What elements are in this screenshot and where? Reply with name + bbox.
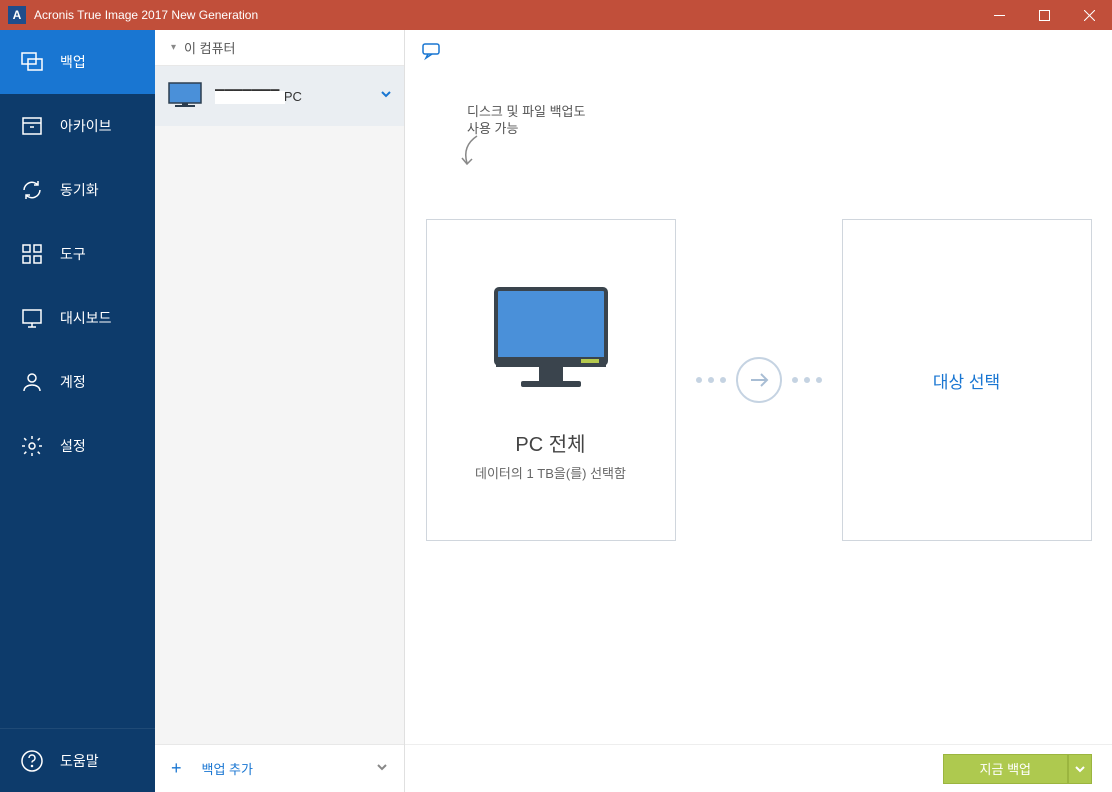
- sidebar-item-backup[interactable]: 백업: [0, 30, 155, 94]
- sidebar-item-archive[interactable]: 아카이브: [0, 94, 155, 158]
- backup-destination-card[interactable]: 대상 선택: [842, 219, 1092, 541]
- add-backup-label: 백업 추가: [202, 759, 376, 778]
- sidebar-item-sync[interactable]: 동기화: [0, 158, 155, 222]
- sidebar-item-label: 대시보드: [60, 308, 112, 328]
- sidebar-item-label: 설정: [60, 436, 86, 456]
- hint-arrow-icon: [457, 131, 487, 171]
- backup-item-name: ███████-PC: [215, 89, 380, 104]
- chevron-down-icon[interactable]: [380, 87, 392, 105]
- window-title: Acronis True Image 2017 New Generation: [34, 8, 977, 22]
- flow-arrow-icon: [736, 357, 782, 403]
- sidebar-item-help[interactable]: 도움말: [0, 728, 155, 792]
- tools-icon: [20, 242, 44, 266]
- sidebar-item-label: 백업: [60, 52, 86, 72]
- flow-dots-icon: [696, 377, 702, 383]
- sidebar-item-label: 도구: [60, 244, 86, 264]
- account-icon: [20, 370, 44, 394]
- sidebar-item-account[interactable]: 계정: [0, 350, 155, 414]
- comment-icon[interactable]: [421, 41, 441, 66]
- sidebar-item-label: 도움말: [60, 751, 99, 771]
- plus-icon: +: [171, 758, 182, 779]
- flow-indicator: [696, 357, 822, 403]
- maximize-button[interactable]: [1022, 0, 1067, 30]
- backup-icon: [20, 50, 44, 74]
- main-panel: 디스크 및 파일 백업도 사용 가능: [405, 30, 1112, 792]
- sidebar-item-settings[interactable]: 설정: [0, 414, 155, 478]
- sidebar-item-tools[interactable]: 도구: [0, 222, 155, 286]
- secondary-panel: ▾ 이 컴퓨터 ███████-PC + 백업 추가: [155, 30, 405, 792]
- sidebar: 백업 아카이브 동기화 도구 대시보드 계정: [0, 30, 155, 792]
- flow-dots-icon: [792, 377, 798, 383]
- archive-icon: [20, 114, 44, 138]
- sidebar-item-dashboard[interactable]: 대시보드: [0, 286, 155, 350]
- collapse-chevron-icon: ▾: [171, 42, 176, 53]
- help-icon: [20, 749, 44, 773]
- source-subtitle: 데이터의 1 TB을(를) 선택함: [475, 463, 626, 482]
- sidebar-item-label: 동기화: [60, 180, 99, 200]
- secondary-header[interactable]: ▾ 이 컴퓨터: [155, 30, 404, 66]
- settings-icon: [20, 434, 44, 458]
- destination-label: 대상 선택: [933, 368, 1000, 393]
- backup-list-item[interactable]: ███████-PC: [155, 66, 404, 126]
- dashboard-icon: [20, 306, 44, 330]
- titlebar: A Acronis True Image 2017 New Generation: [0, 0, 1112, 30]
- minimize-button[interactable]: [977, 0, 1022, 30]
- sync-icon: [20, 178, 44, 202]
- monitor-icon: [481, 279, 621, 404]
- backup-now-button[interactable]: 지금 백업: [943, 754, 1068, 784]
- secondary-header-label: 이 컴퓨터: [184, 38, 235, 57]
- sidebar-item-label: 계정: [60, 372, 86, 392]
- add-backup-button[interactable]: + 백업 추가: [155, 744, 404, 792]
- chevron-down-icon: [1075, 764, 1085, 774]
- close-button[interactable]: [1067, 0, 1112, 30]
- computer-icon: [167, 81, 207, 111]
- sidebar-item-label: 아카이브: [60, 116, 112, 136]
- chevron-down-icon[interactable]: [376, 761, 388, 776]
- app-logo-icon: A: [8, 6, 26, 24]
- backup-now-dropdown[interactable]: [1068, 754, 1092, 784]
- backup-source-card[interactable]: PC 전체 데이터의 1 TB을(를) 선택함: [426, 219, 676, 541]
- source-title: PC 전체: [515, 428, 585, 457]
